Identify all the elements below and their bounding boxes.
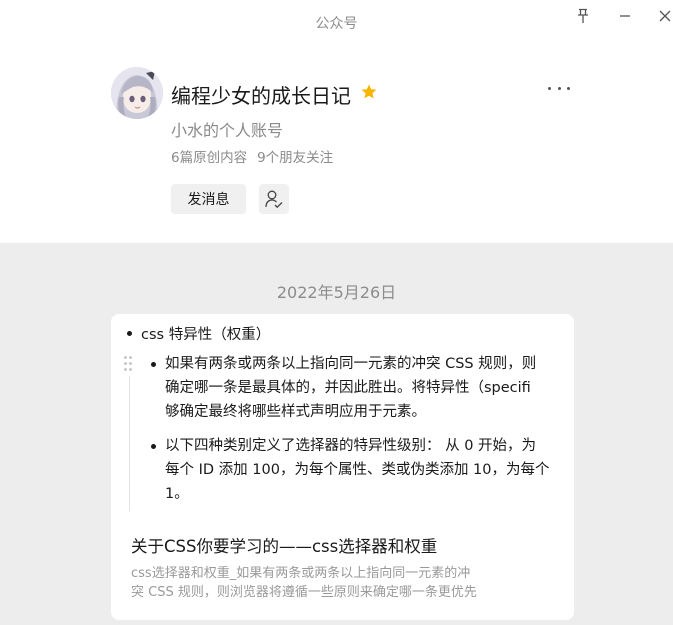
user-check-icon <box>265 190 283 209</box>
star-icon[interactable] <box>360 83 378 105</box>
preview-item: 以下四种类别定义了选择器的特异性级别： 从 0 开始，为 每个 ID 添加 10… <box>149 434 574 506</box>
account-stats: 6篇原创内容 9个朋友关注 <box>171 146 333 166</box>
avatar-image <box>111 67 163 119</box>
minimize-button[interactable] <box>612 6 638 26</box>
friends-follow: 9个朋友关注 <box>257 150 334 166</box>
account-name: 编程少女的成长日记 <box>171 84 351 108</box>
follow-button[interactable] <box>259 184 289 214</box>
article-card[interactable]: css 特异性（权重） 如果有两条或两条以上指向同一元素的冲突 CSS 规则，则… <box>111 314 574 620</box>
indent-guide <box>129 376 130 511</box>
title-bar: 公众号 <box>0 0 673 44</box>
article-title[interactable]: 关于CSS你要学习的——css选择器和权重 <box>131 533 437 557</box>
more-icon[interactable] <box>546 78 572 98</box>
pin-button[interactable] <box>570 6 596 26</box>
message-feed: 2022年5月26日 css 特异性（权重） 如果有两条或两条以上指向同一元素的… <box>0 243 673 625</box>
article-description: css选择器和权重_如果有两条或两条以上指向同一元素的冲 突 CSS 规则，则浏… <box>131 566 477 600</box>
close-button[interactable] <box>652 6 673 26</box>
article-preview: css 特异性（权重） 如果有两条或两条以上指向同一元素的冲突 CSS 规则，则… <box>111 314 574 514</box>
send-message-button[interactable]: 发消息 <box>171 184 246 214</box>
account-subtitle: 小水的个人账号 <box>171 121 284 140</box>
feed-date: 2022年5月26日 <box>276 283 397 302</box>
drag-handle-icon <box>124 356 134 374</box>
avatar[interactable] <box>111 67 163 119</box>
account-profile: 编程少女的成长日记 小水的个人账号 6篇原创内容 9个朋友关注 发消息 <box>110 64 590 224</box>
close-icon <box>659 10 671 22</box>
official-account-window: 公众号 编程少女的成长日记 小水的个人账号 6篇原创内容 9个朋友关注 发消息 … <box>0 0 673 625</box>
preview-top-bullet: css 特异性（权重） <box>127 323 270 344</box>
original-count: 6篇原创内容 <box>171 150 248 166</box>
pin-icon <box>578 8 588 23</box>
minimize-icon <box>620 15 630 17</box>
preview-item: 如果有两条或两条以上指向同一元素的冲突 CSS 规则，则 确定哪一条是最具体的，… <box>149 352 574 424</box>
